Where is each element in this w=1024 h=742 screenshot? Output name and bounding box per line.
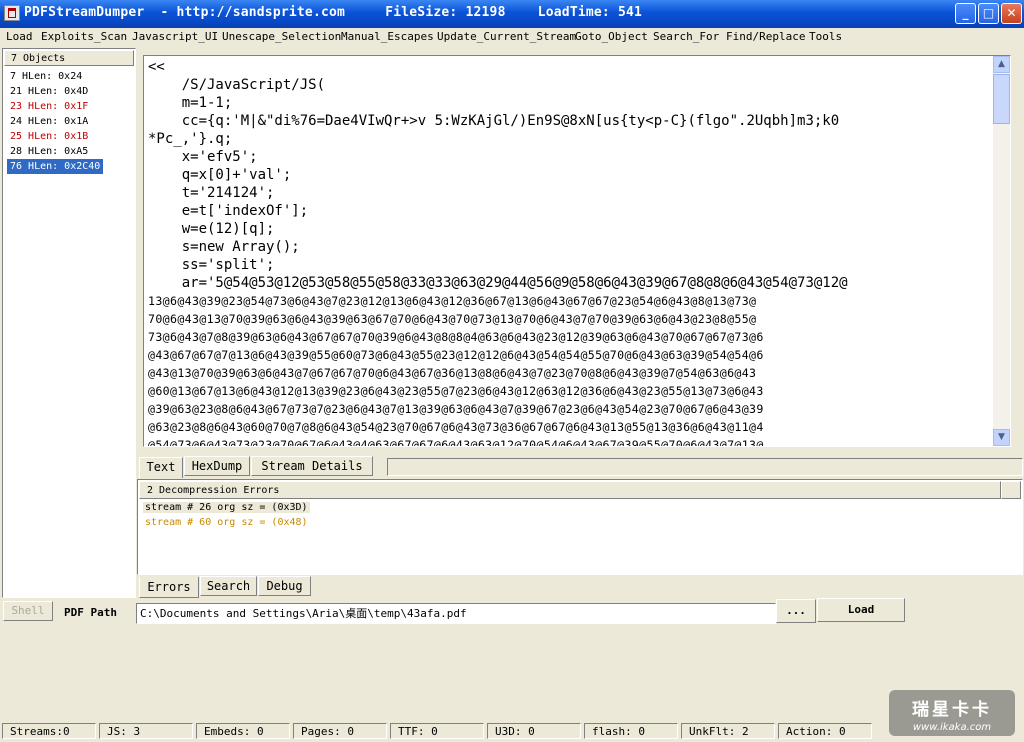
stream-text-line: /S/JavaScript/JS( [148, 77, 326, 93]
close-button[interactable]: ✕ [1001, 3, 1022, 24]
scroll-down-button[interactable]: ▼ [993, 429, 1010, 446]
status-action: Action: 0 [778, 723, 872, 739]
tab-stream-details[interactable]: Stream Details [251, 456, 373, 476]
menu-javascript-ui[interactable]: Javascript_UI [132, 30, 218, 43]
details-strip [387, 458, 1023, 476]
stream-text-line: t='214124'; [148, 185, 275, 201]
object-list-item[interactable]: 23 HLen: 0x1F [7, 99, 91, 114]
menu-manual-escapes[interactable]: Manual_Escapes [341, 30, 434, 43]
tab-search[interactable]: Search [200, 576, 257, 596]
maximize-button[interactable]: □ [978, 3, 999, 24]
errors-header-end [1001, 481, 1021, 499]
watermark-url: www.ikaka.com [912, 722, 992, 733]
app-icon [4, 5, 20, 21]
tab-debug[interactable]: Debug [258, 576, 311, 596]
status-streams: Streams:0 [2, 723, 96, 739]
stream-text-line: @43@67@67@7@13@6@43@39@55@60@73@6@43@55@… [148, 348, 764, 362]
tab-hexdump[interactable]: HexDump [184, 456, 250, 476]
status-unkflt: UnkFlt: 2 [681, 723, 775, 739]
stream-text-box[interactable]: << /S/JavaScript/JS( m=1-1; cc={q:'M|&"d… [143, 55, 1011, 447]
menu-bar: Load Exploits_Scan Javascript_UI Unescap… [0, 28, 1024, 46]
menu-load[interactable]: Load [6, 30, 33, 43]
window-title: PDFStreamDumper - http://sandsprite.com … [24, 5, 643, 20]
watermark-logo: 瑞星卡卡 www.ikaka.com [889, 690, 1015, 736]
stream-text-line: @54@73@6@43@73@23@70@67@6@43@4@63@67@67@… [148, 438, 764, 447]
status-ttf: TTF: 0 [390, 723, 484, 739]
stream-text-line: 70@6@43@13@70@39@63@6@43@39@63@67@70@6@4… [148, 312, 757, 326]
menu-unescape-selection[interactable]: Unescape_Selection [222, 30, 341, 43]
object-list-item[interactable]: 21 HLen: 0x4D [7, 84, 91, 99]
watermark-title: 瑞星卡卡 [912, 700, 992, 720]
stream-text-line: 73@6@43@7@8@39@63@6@43@67@67@70@39@6@43@… [148, 330, 764, 344]
menu-goto-object[interactable]: Goto_Object [575, 30, 648, 43]
load-button[interactable]: Load [817, 598, 905, 622]
stream-text-content[interactable]: << /S/JavaScript/JS( m=1-1; cc={q:'M|&"d… [148, 58, 990, 447]
vertical-scrollbar[interactable]: ▲ ▼ [993, 56, 1010, 446]
stream-text-line: e=t['indexOf']; [148, 203, 309, 219]
pdf-path-label: PDF Path [64, 606, 117, 619]
stream-text-line: cc={q:'M|&"di%76=Dae4VIwQr+>v 5:WzKAjGl/… [148, 113, 840, 129]
object-list-header: 7 Objects [4, 50, 134, 66]
menu-tools[interactable]: Tools [809, 30, 842, 43]
stream-text-line: @60@13@67@13@6@43@12@13@39@23@6@43@23@55… [148, 384, 764, 398]
pdf-path-input[interactable]: C:\Documents and Settings\Aria\桌面\temp\4… [136, 603, 776, 624]
browse-button[interactable]: ... [776, 599, 816, 623]
status-pages: Pages: 0 [293, 723, 387, 739]
errors-list-panel: 2 Decompression Errors stream # 26 org s… [137, 479, 1023, 575]
object-list: 7 HLen: 0x24 21 HLen: 0x4D 23 HLen: 0x1F 24… [7, 69, 104, 174]
scroll-thumb[interactable] [993, 74, 1010, 124]
status-flash: flash: 0 [584, 723, 678, 739]
minimize-button[interactable]: _ [955, 3, 976, 24]
tab-text[interactable]: Text [139, 457, 183, 478]
tab-errors[interactable]: Errors [139, 577, 199, 598]
status-js: JS: 3 [99, 723, 193, 739]
menu-search-for[interactable]: Search_For [653, 30, 719, 43]
stream-text-line: 13@6@43@39@23@54@73@6@43@7@23@12@13@6@43… [148, 294, 757, 308]
object-list-item[interactable]: 24 HLen: 0x1A [7, 114, 91, 129]
menu-find-replace[interactable]: Find/Replace [726, 30, 805, 43]
menu-exploits-scan[interactable]: Exploits_Scan [41, 30, 127, 43]
error-row[interactable]: stream # 60 org sz = (0x48) [143, 517, 310, 528]
errors-list-header: 2 Decompression Errors [139, 481, 1001, 499]
stream-text-line: x='efv5'; [148, 149, 258, 165]
title-bar: PDFStreamDumper - http://sandsprite.com … [0, 0, 1024, 28]
menu-update-current-stream[interactable]: Update_Current_Stream [437, 30, 576, 43]
error-row[interactable]: stream # 26 org sz = (0x3D) [143, 502, 310, 513]
object-list-item[interactable]: 28 HLen: 0xA5 [7, 144, 91, 159]
stream-text-line: @39@63@23@8@6@43@67@73@7@23@6@43@7@13@39… [148, 402, 764, 416]
status-bar: Streams:0 JS: 3 Embeds: 0 Pages: 0 TTF: … [0, 722, 1024, 742]
stream-text-line: @43@13@70@39@63@6@43@7@67@67@70@6@43@67@… [148, 366, 757, 380]
shell-button[interactable]: Shell [3, 601, 53, 621]
stream-text-line: ar='5@54@53@12@53@58@55@58@33@33@63@29@4… [148, 275, 848, 291]
object-list-item[interactable]: 25 HLen: 0x1B [7, 129, 91, 144]
status-embeds: Embeds: 0 [196, 723, 290, 739]
stream-text-line: w=e(12)[q]; [148, 221, 275, 237]
object-list-item[interactable]: 7 HLen: 0x24 [7, 69, 85, 84]
object-list-item[interactable]: 76 HLen: 0x2C40 [7, 159, 104, 174]
stream-text-line: ss='split'; [148, 257, 275, 273]
status-u3d: U3D: 0 [487, 723, 581, 739]
scroll-up-button[interactable]: ▲ [993, 56, 1010, 73]
stream-text-line: *Pc_,'}.q; [148, 131, 233, 147]
stream-text-line: q=x[0]+'val'; [148, 167, 292, 183]
object-list-panel: 7 Objects 7 HLen: 0x24 21 HLen: 0x4D 23 HL… [2, 48, 136, 598]
stream-text-line: @63@23@8@6@43@60@70@7@8@6@43@54@23@70@67… [148, 420, 764, 434]
stream-text-line: s=new Array(); [148, 239, 300, 255]
stream-text-line: m=1-1; [148, 95, 233, 111]
stream-text-line: << [148, 59, 165, 75]
